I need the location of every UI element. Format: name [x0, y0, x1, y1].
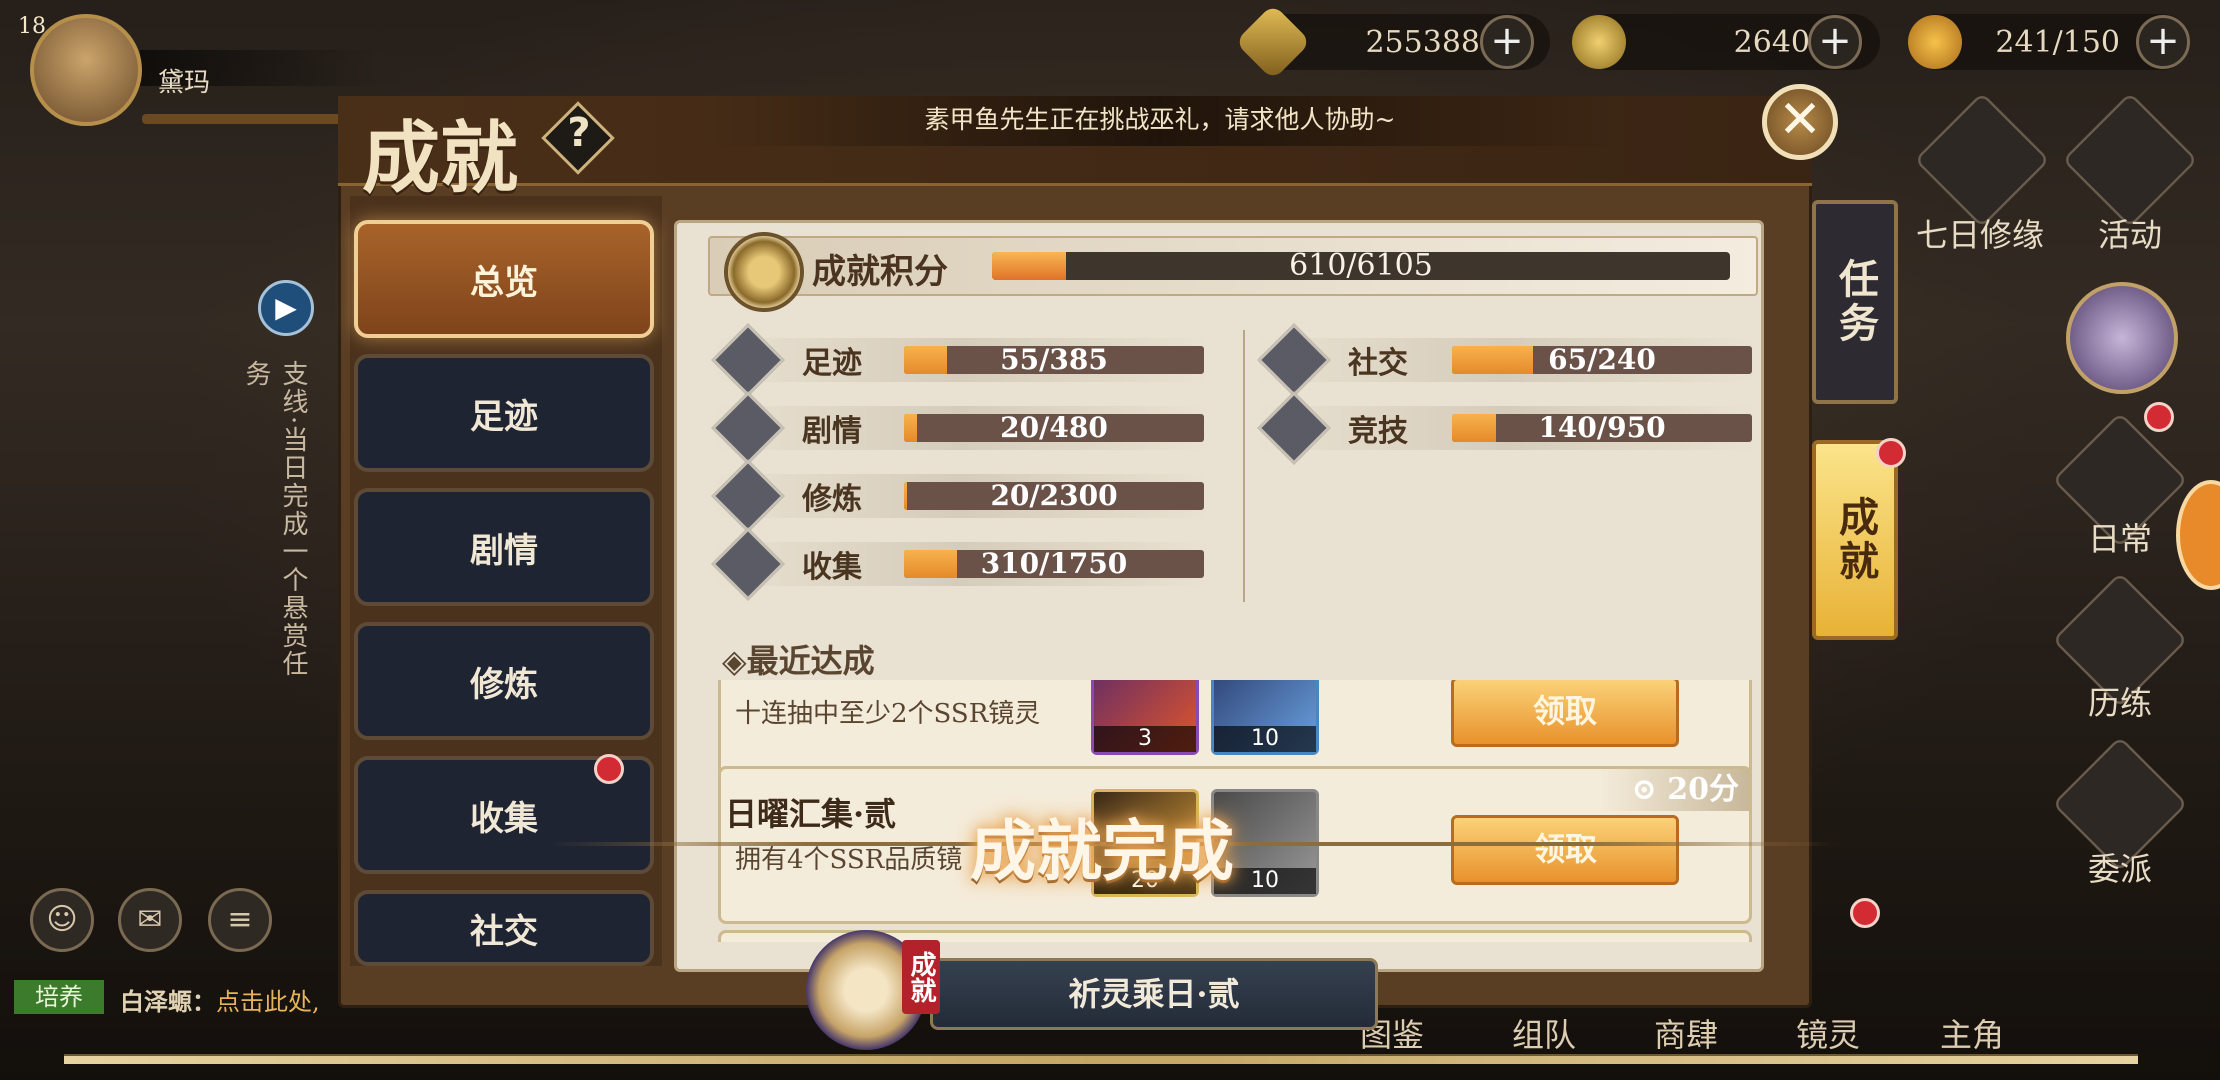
- gear-currency-icon: [1572, 15, 1626, 69]
- achievement-points: ⊙ 20分: [1599, 769, 1749, 811]
- reward-count: 3: [1094, 726, 1196, 752]
- play-icon[interactable]: ▶: [258, 280, 314, 336]
- category-label: 收集: [802, 550, 862, 585]
- achievement-red-dot: [1876, 438, 1906, 468]
- achievement-complete-toast: 成就完成: [970, 812, 1234, 890]
- category-label: 足迹: [802, 346, 862, 381]
- achievement-stamp: 成就: [902, 940, 940, 1014]
- claim-button[interactable]: 领取: [1451, 680, 1679, 747]
- nav-hero[interactable]: 主角: [1940, 1010, 2004, 1056]
- gear-currency-value: 2640: [1733, 24, 1810, 60]
- tab-overview[interactable]: 总览: [354, 220, 654, 338]
- score-title: 成就积分: [812, 252, 948, 292]
- category-label: 修炼: [802, 482, 862, 517]
- category-label: 社交: [1348, 346, 1408, 381]
- add-stamina-button[interactable]: +: [2136, 15, 2190, 69]
- tab-story[interactable]: 剧情: [354, 488, 654, 606]
- tab-footprint[interactable]: 足迹: [354, 354, 654, 472]
- points-value: 20分: [1667, 772, 1739, 807]
- chat-speaker: 白泽螈：: [120, 987, 216, 1016]
- category-value: 20/2300: [990, 479, 1118, 512]
- category-value: 140/950: [1538, 411, 1666, 444]
- chat-line[interactable]: 白泽螈：点击此处,: [120, 982, 320, 1017]
- player-avatar[interactable]: [30, 14, 142, 126]
- notice-banner: 素甲鱼先生正在挑战巫礼，请求他人协助~: [700, 96, 1620, 146]
- claim-button[interactable]: 领取: [1451, 815, 1679, 885]
- stamina-icon: [1908, 15, 1962, 69]
- achievement-card: 十连抽中至少2个SSR镜灵 3 10 领取: [718, 680, 1752, 778]
- close-button[interactable]: ✕: [1762, 84, 1838, 160]
- nav-team[interactable]: 组队: [1512, 1010, 1576, 1056]
- spirit-red-dot: [1850, 898, 1880, 928]
- player-level: 18: [18, 14, 46, 39]
- tab-training[interactable]: 修炼: [354, 622, 654, 740]
- player-name: 黛玛: [158, 68, 211, 98]
- points-icon: ⊙: [1631, 772, 1668, 807]
- reward-item[interactable]: 10: [1211, 680, 1319, 755]
- chat-channel[interactable]: 培养: [14, 980, 104, 1014]
- category-value: 20/480: [1000, 411, 1108, 444]
- tab-tasks[interactable]: 任务: [1812, 200, 1898, 404]
- category-value: 310/1750: [980, 547, 1128, 580]
- recent-list[interactable]: 十连抽中至少2个SSR镜灵 3 10 领取 ⊙ 20分 日曜汇集·贰 拥有4个S…: [718, 680, 1752, 942]
- achievement-desc: 十连抽中至少2个SSR镜灵: [735, 699, 1041, 729]
- mail-icon[interactable]: ✉: [118, 888, 182, 952]
- achievement-emblem-icon: [724, 232, 804, 312]
- achievement-name: 日曜汇集·贰: [725, 795, 897, 833]
- help-icon[interactable]: ?: [554, 110, 604, 166]
- collection-red-dot: [594, 754, 624, 784]
- notes-icon[interactable]: ≡: [208, 888, 272, 952]
- nav-spirit[interactable]: 镜灵: [1796, 1010, 1860, 1056]
- score-value: 610/6105: [1289, 248, 1433, 283]
- add-coin-button[interactable]: +: [1480, 15, 1534, 69]
- recent-title: ◈最近达成: [722, 642, 875, 680]
- category-label: 剧情: [802, 414, 862, 449]
- category-value: 65/240: [1548, 343, 1656, 376]
- menu-training[interactable]: 历练: [2050, 678, 2190, 724]
- tab-achievements[interactable]: 成就: [1812, 440, 1898, 640]
- nav-shop[interactable]: 商肆: [1654, 1010, 1718, 1056]
- menu-event[interactable]: 活动: [2060, 210, 2200, 256]
- bottom-rail: [64, 1054, 2138, 1064]
- menu-seven-day[interactable]: 七日修缘: [1910, 210, 2050, 256]
- category-label: 竞技: [1348, 414, 1408, 449]
- side-quest-text[interactable]: 支线·当日完成一个悬赏任务: [241, 360, 312, 680]
- category-value: 55/385: [1000, 343, 1108, 376]
- category-divider: [1243, 330, 1245, 602]
- character-avatar-icon[interactable]: [2066, 282, 2178, 394]
- add-gear-currency-button[interactable]: +: [1808, 15, 1862, 69]
- chat-message: 点击此处,: [216, 988, 320, 1016]
- coin-value: 255388: [1365, 24, 1480, 60]
- friends-icon[interactable]: ☺: [30, 888, 94, 952]
- achievement-toast-bar: 祈灵乘日·贰: [930, 958, 1378, 1030]
- menu-dispatch[interactable]: 委派: [2050, 844, 2190, 890]
- menu-daily[interactable]: 日常: [2050, 514, 2190, 560]
- reward-item[interactable]: 3: [1091, 680, 1199, 755]
- reward-count: 10: [1214, 726, 1316, 752]
- stamina-value: 241/150: [1995, 24, 2120, 60]
- daily-red-dot: [2144, 402, 2174, 432]
- tab-social[interactable]: 社交: [354, 890, 654, 966]
- page-title: 成就: [362, 113, 519, 204]
